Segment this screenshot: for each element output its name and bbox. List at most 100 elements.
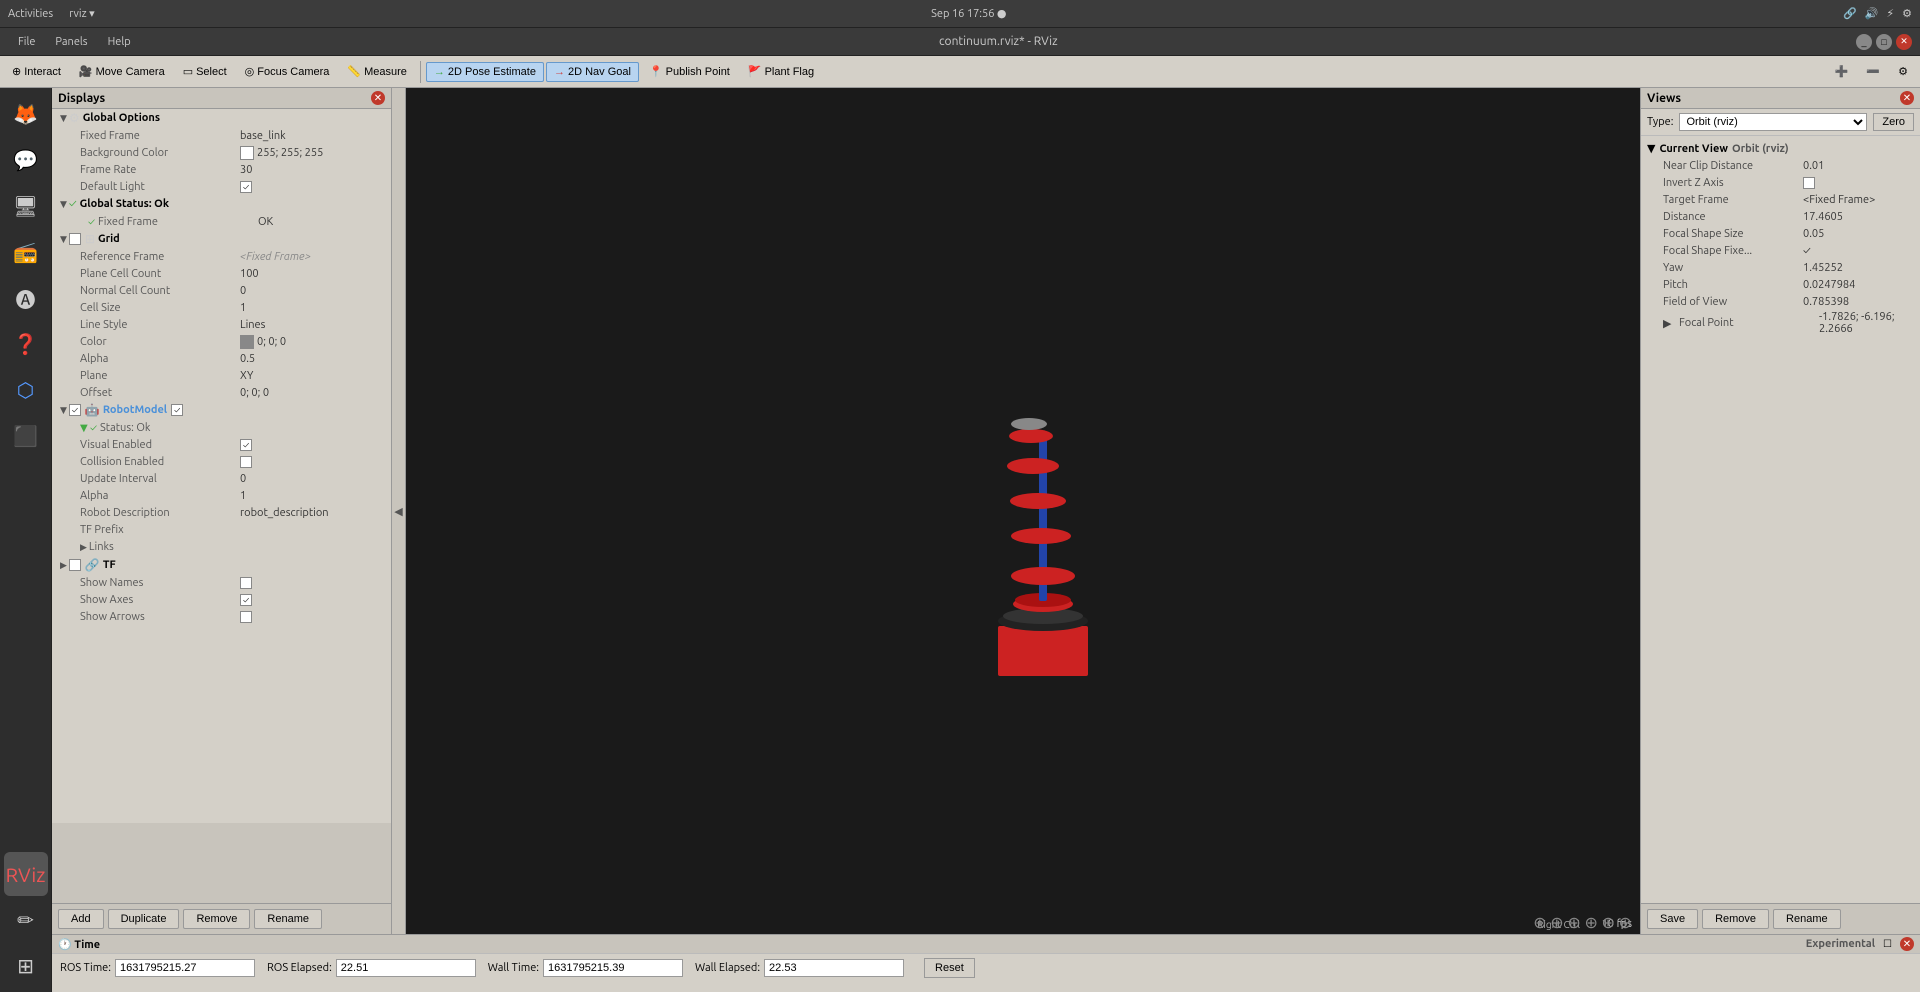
- near-clip-row[interactable]: Near Clip Distance 0.01: [1647, 157, 1914, 174]
- dock-vscode[interactable]: ⬡: [4, 368, 48, 412]
- status-ok-row[interactable]: ▼ ✓ Status: Ok: [52, 419, 391, 436]
- dock-chat[interactable]: 💬: [4, 138, 48, 182]
- background-color-row[interactable]: Background Color 255; 255; 255: [52, 144, 391, 161]
- fixed-frame-row[interactable]: Fixed Frame base_link: [52, 127, 391, 144]
- invert-z-check[interactable]: [1803, 177, 1815, 189]
- focal-point-row[interactable]: ▶ Focal Point -1.7826; -6.196; 2.2666: [1647, 310, 1914, 336]
- measure-button[interactable]: 📏 Measure: [339, 61, 415, 82]
- rm-alpha-row[interactable]: Alpha 1: [52, 487, 391, 504]
- distance-row[interactable]: Distance 17.4605: [1647, 208, 1914, 225]
- dock-monitor[interactable]: 🖥: [4, 184, 48, 228]
- offset-row[interactable]: Offset 0; 0; 0: [52, 384, 391, 401]
- global-status-arrow[interactable]: ▼: [60, 199, 67, 210]
- viewport[interactable]: 10 fps Right Ctrl ⊕ ⊕ ⊕ ⊕ ⊕ ⊕: [406, 88, 1640, 934]
- cell-size-row[interactable]: Cell Size 1: [52, 299, 391, 316]
- dock-terminal[interactable]: ⬛: [4, 414, 48, 458]
- dock-radio[interactable]: 📻: [4, 230, 48, 274]
- dock-help[interactable]: ❓: [4, 322, 48, 366]
- time-close-button[interactable]: ✕: [1900, 937, 1914, 951]
- pitch-row[interactable]: Pitch 0.0247984: [1647, 276, 1914, 293]
- focal-point-arrow[interactable]: ▶: [1663, 317, 1679, 330]
- settings-icon-btn[interactable]: ⚙: [1890, 61, 1916, 82]
- default-light-row[interactable]: Default Light ✓: [52, 178, 391, 195]
- plant-flag-button[interactable]: 🚩 Plant Flag: [740, 61, 822, 82]
- global-options-row[interactable]: ▼ ⚙ Global Options: [52, 109, 391, 127]
- yaw-row[interactable]: Yaw 1.45252: [1647, 259, 1914, 276]
- wall-elapsed-input[interactable]: [764, 959, 904, 977]
- plane-row[interactable]: Plane XY: [52, 367, 391, 384]
- add-icon-btn[interactable]: ➕: [1827, 61, 1857, 82]
- links-arrow[interactable]: ▶: [80, 542, 87, 553]
- current-view-arrow[interactable]: ▼: [1647, 142, 1655, 155]
- grid-row[interactable]: ▼ ⊞ Grid: [52, 230, 391, 248]
- frame-rate-row[interactable]: Frame Rate 30: [52, 161, 391, 178]
- views-type-select[interactable]: Orbit (rviz): [1679, 113, 1867, 131]
- ros-elapsed-input[interactable]: [336, 959, 476, 977]
- collision-enabled-row[interactable]: Collision Enabled: [52, 453, 391, 470]
- publish-point-button[interactable]: 📍 Publish Point: [641, 61, 738, 82]
- 2d-pose-button[interactable]: → 2D Pose Estimate: [426, 62, 544, 82]
- dock-pen[interactable]: ✏: [4, 898, 48, 942]
- focus-camera-button[interactable]: ◎ Focus Camera: [237, 61, 338, 82]
- robot-model-enabled-check[interactable]: ✓: [69, 404, 81, 416]
- rename-button[interactable]: Rename: [254, 909, 322, 929]
- current-view-header[interactable]: ▼ Current View Orbit (rviz): [1647, 140, 1914, 157]
- show-axes-check[interactable]: ✓: [240, 594, 252, 606]
- reset-button[interactable]: Reset: [924, 958, 975, 978]
- focal-shape-fixed-row[interactable]: Focal Shape Fixe... ✓: [1647, 242, 1914, 259]
- file-menu[interactable]: File: [8, 32, 45, 52]
- reference-frame-row[interactable]: Reference Frame <Fixed Frame>: [52, 248, 391, 265]
- rviz-menu[interactable]: rviz ▾: [69, 7, 95, 20]
- dock-appstore[interactable]: 🅐: [4, 276, 48, 320]
- show-names-check[interactable]: [240, 577, 252, 589]
- robot-model-row[interactable]: ▼ ✓ 🤖 RobotModel ✓: [52, 401, 391, 419]
- global-status-row[interactable]: ▼ ✓ Global Status: Ok: [52, 195, 391, 213]
- default-light-check[interactable]: ✓: [240, 181, 252, 193]
- plane-cell-count-row[interactable]: Plane Cell Count 100: [52, 265, 391, 282]
- show-names-row[interactable]: Show Names: [52, 574, 391, 591]
- 2d-nav-button[interactable]: → 2D Nav Goal: [546, 62, 639, 82]
- activities-button[interactable]: Activities: [8, 8, 53, 20]
- target-frame-row[interactable]: Target Frame <Fixed Frame>: [1647, 191, 1914, 208]
- links-row[interactable]: ▶ Links: [52, 538, 391, 556]
- tf-enabled-check[interactable]: [69, 559, 81, 571]
- add-button[interactable]: Add: [58, 909, 104, 929]
- rename-view-button[interactable]: Rename: [1773, 909, 1841, 929]
- visual-enabled-row[interactable]: Visual Enabled ✓: [52, 436, 391, 453]
- wall-time-input[interactable]: [543, 959, 683, 977]
- minimize-button[interactable]: _: [1856, 34, 1872, 50]
- show-arrows-row[interactable]: Show Arrows: [52, 608, 391, 625]
- dock-firefox[interactable]: 🦊: [4, 92, 48, 136]
- remove-view-button[interactable]: Remove: [1702, 909, 1769, 929]
- displays-tree[interactable]: ▼ ⚙ Global Options Fixed Frame base_link…: [52, 109, 391, 823]
- interact-button[interactable]: ⊕ Interact: [4, 61, 69, 82]
- normal-cell-count-row[interactable]: Normal Cell Count 0: [52, 282, 391, 299]
- show-arrows-check[interactable]: [240, 611, 252, 623]
- robot-model-check2[interactable]: ✓: [171, 404, 183, 416]
- panels-menu[interactable]: Panels: [45, 32, 97, 52]
- close-button[interactable]: ✕: [1896, 34, 1912, 50]
- focal-shape-size-row[interactable]: Focal Shape Size 0.05: [1647, 225, 1914, 242]
- update-interval-row[interactable]: Update Interval 0: [52, 470, 391, 487]
- displays-close-button[interactable]: ✕: [371, 91, 385, 105]
- dock-rviz[interactable]: RViz: [4, 852, 48, 896]
- save-view-button[interactable]: Save: [1647, 909, 1698, 929]
- robot-description-row[interactable]: Robot Description robot_description: [52, 504, 391, 521]
- maximize-button[interactable]: □: [1876, 34, 1892, 50]
- collapse-handle[interactable]: ◀: [392, 88, 406, 934]
- remove-icon-btn[interactable]: ➖: [1858, 61, 1888, 82]
- tf-row[interactable]: ▶ 🔗 TF: [52, 556, 391, 574]
- global-status-fixed-frame-row[interactable]: ✓ Fixed Frame OK: [52, 213, 391, 230]
- robot-model-arrow[interactable]: ▼: [60, 405, 67, 416]
- duplicate-button[interactable]: Duplicate: [108, 909, 180, 929]
- global-options-arrow[interactable]: ▼: [60, 113, 67, 124]
- dock-grid[interactable]: ⊞: [4, 944, 48, 988]
- visual-enabled-check[interactable]: ✓: [240, 439, 252, 451]
- move-camera-button[interactable]: 🎥 Move Camera: [71, 61, 173, 82]
- grid-arrow[interactable]: ▼: [60, 234, 67, 245]
- collision-enabled-check[interactable]: [240, 456, 252, 468]
- tf-arrow[interactable]: ▶: [60, 560, 67, 571]
- show-axes-row[interactable]: Show Axes ✓: [52, 591, 391, 608]
- alpha-row[interactable]: Alpha 0.5: [52, 350, 391, 367]
- zero-button[interactable]: Zero: [1873, 113, 1914, 131]
